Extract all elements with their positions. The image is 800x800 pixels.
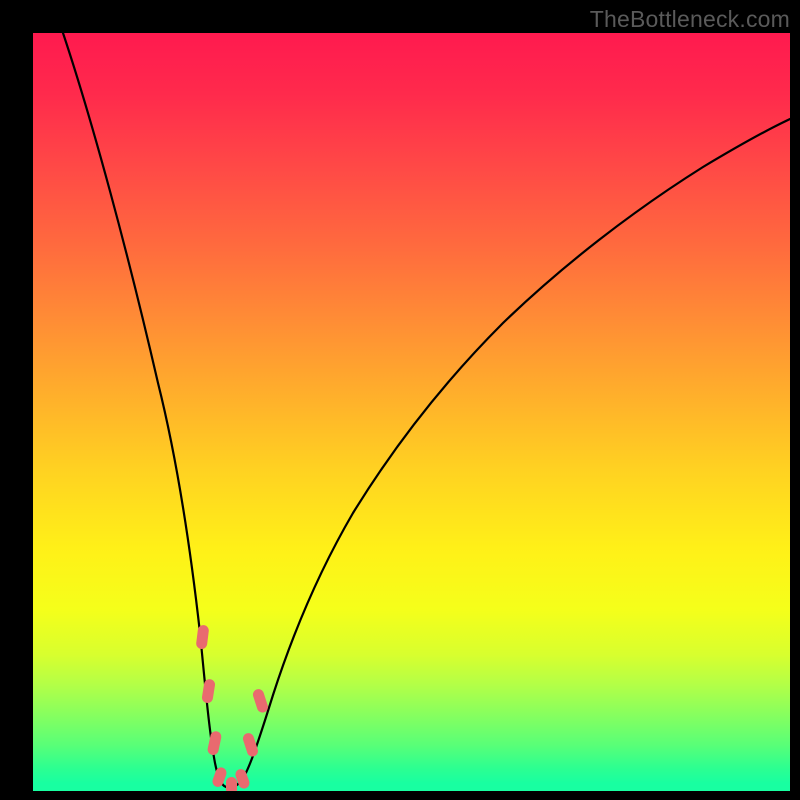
bottleneck-curve <box>63 33 790 788</box>
chart-frame: TheBottleneck.com <box>0 0 800 800</box>
curve-layer <box>33 33 790 791</box>
plot-area <box>33 33 790 791</box>
watermark-text: TheBottleneck.com <box>590 6 790 33</box>
